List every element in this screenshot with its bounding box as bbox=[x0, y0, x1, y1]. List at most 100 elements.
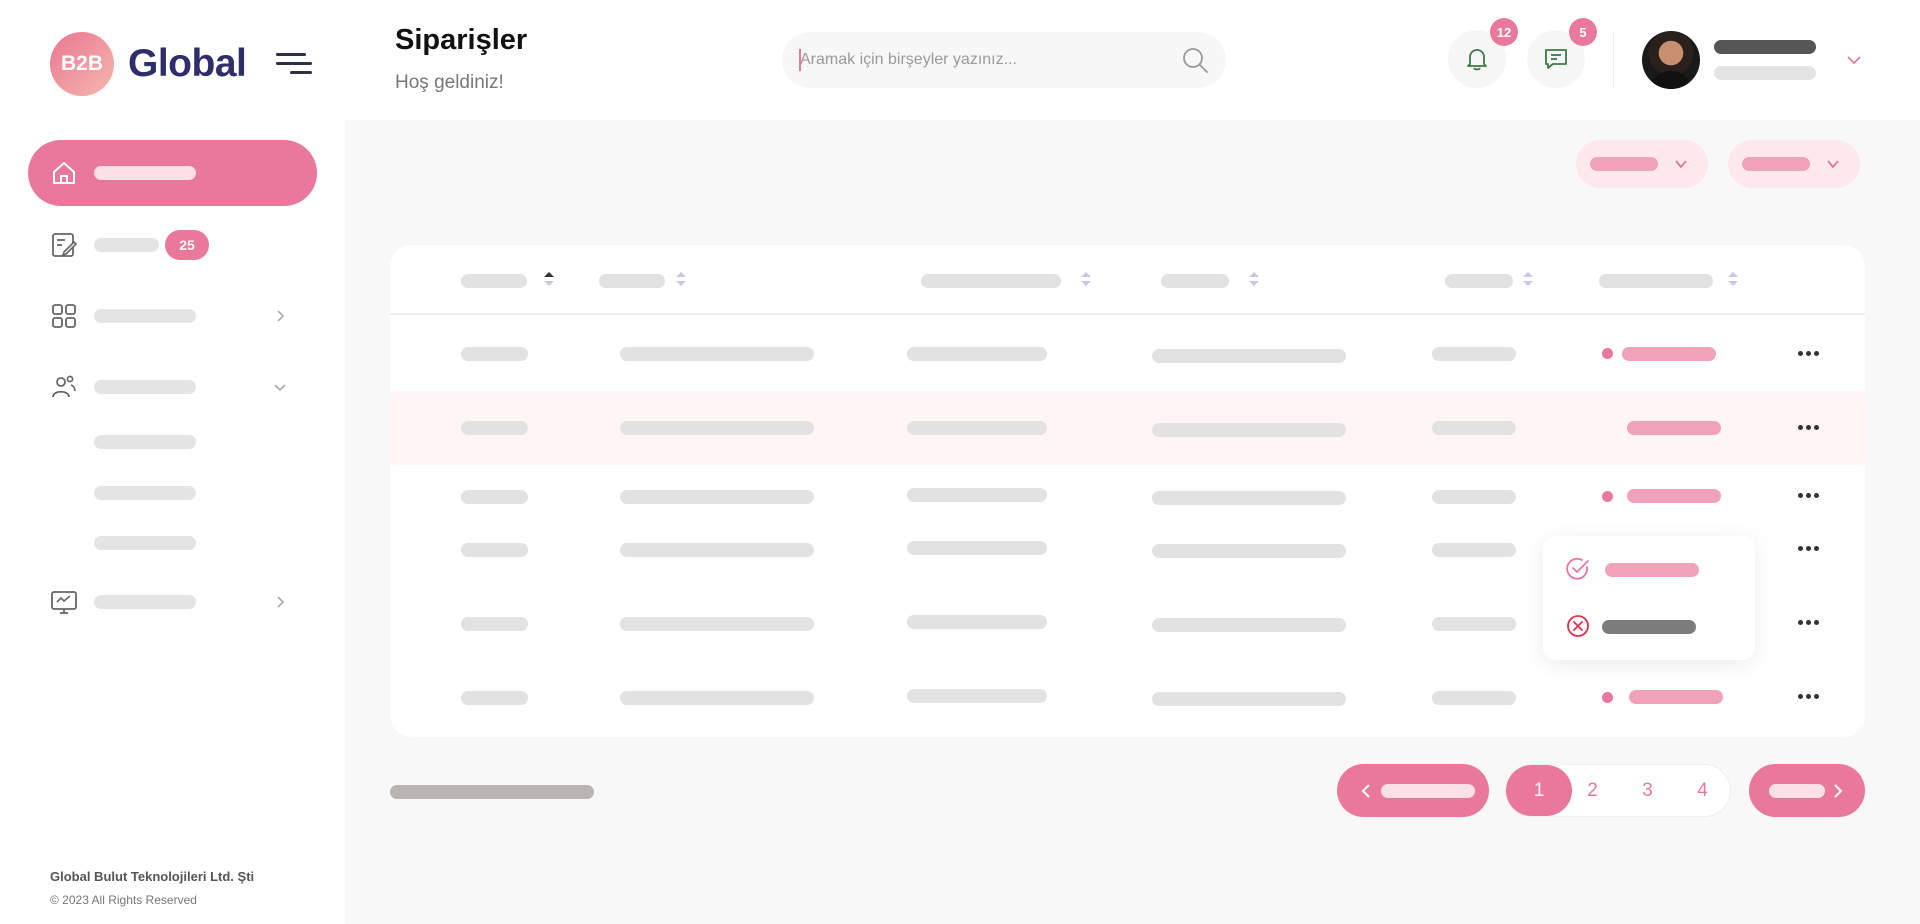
page-button-2[interactable]: 2 bbox=[1565, 765, 1620, 816]
filter-dropdown[interactable] bbox=[1728, 140, 1860, 188]
page-subtitle: Hoş geldiniz! bbox=[395, 72, 504, 93]
table-cell bbox=[620, 691, 814, 705]
notifications-button[interactable]: 12 bbox=[1448, 18, 1518, 88]
column-header[interactable] bbox=[1445, 274, 1513, 288]
table-cell bbox=[1432, 543, 1516, 557]
approve-option[interactable] bbox=[1565, 554, 1735, 584]
reject-label bbox=[1602, 620, 1696, 634]
table-cell bbox=[1432, 421, 1516, 435]
table-row[interactable] bbox=[390, 465, 1865, 517]
table-cell bbox=[907, 347, 1047, 361]
sidebar-item-label bbox=[94, 238, 159, 252]
x-circle-icon bbox=[1567, 615, 1589, 637]
search-input[interactable] bbox=[800, 32, 1170, 88]
message-icon bbox=[1545, 49, 1567, 69]
table-cell bbox=[907, 689, 1047, 703]
table-cell bbox=[1152, 618, 1346, 632]
column-header[interactable] bbox=[1599, 274, 1713, 288]
table-cell bbox=[620, 490, 814, 504]
status-badge bbox=[1622, 347, 1716, 361]
monitor-icon bbox=[51, 591, 77, 614]
page-button-3[interactable]: 3 bbox=[1620, 765, 1675, 816]
status-dot bbox=[1602, 491, 1613, 502]
search-icon[interactable] bbox=[1180, 45, 1210, 75]
status-badge bbox=[1629, 690, 1723, 704]
table-cell bbox=[1432, 617, 1516, 631]
document-edit-icon bbox=[52, 233, 78, 257]
table-row[interactable] bbox=[390, 391, 1865, 465]
header-divider bbox=[1613, 32, 1614, 88]
table-header bbox=[390, 245, 1865, 315]
text-cursor bbox=[799, 49, 801, 71]
table-cell bbox=[461, 543, 528, 557]
row-actions-icon[interactable] bbox=[1798, 620, 1820, 626]
sidebar-item-reports[interactable] bbox=[28, 569, 317, 635]
table-cell bbox=[1432, 490, 1516, 504]
table-cell bbox=[1152, 544, 1346, 558]
sidebar-subitem[interactable] bbox=[94, 435, 196, 449]
sidebar-item-home[interactable] bbox=[28, 140, 317, 206]
notifications-count-badge: 12 bbox=[1490, 18, 1518, 46]
filter-label bbox=[1590, 157, 1658, 171]
status-dot bbox=[1602, 348, 1613, 359]
row-actions-icon[interactable] bbox=[1798, 546, 1820, 552]
sidebar-item-products[interactable] bbox=[28, 283, 317, 349]
row-actions-icon[interactable] bbox=[1798, 351, 1820, 357]
brand-name: Global bbox=[128, 42, 247, 85]
check-circle-icon bbox=[1566, 557, 1589, 580]
chevron-right-icon bbox=[277, 596, 285, 608]
chevron-right-icon bbox=[1834, 784, 1843, 798]
sidebar: B2B Global 25 Global Bulut Teknolojileri… bbox=[0, 0, 345, 924]
column-header[interactable] bbox=[1161, 274, 1229, 288]
sort-icon[interactable] bbox=[1248, 270, 1260, 288]
avatar[interactable] bbox=[1642, 31, 1700, 89]
column-header[interactable] bbox=[921, 274, 1061, 288]
chevron-down-icon bbox=[1827, 160, 1839, 169]
brand-logo[interactable]: B2B Global bbox=[50, 32, 247, 96]
messages-button[interactable]: 5 bbox=[1527, 18, 1597, 88]
table-cell bbox=[461, 617, 528, 631]
sort-icon[interactable] bbox=[675, 270, 687, 288]
table-cell bbox=[620, 421, 814, 435]
sidebar-subitem[interactable] bbox=[94, 536, 196, 550]
table-cell bbox=[461, 691, 528, 705]
results-summary bbox=[390, 785, 594, 799]
sidebar-item-label bbox=[94, 380, 196, 394]
row-actions-icon[interactable] bbox=[1798, 694, 1820, 700]
sidebar-item-orders[interactable]: 25 bbox=[28, 212, 317, 278]
status-badge bbox=[1627, 421, 1721, 435]
chevron-left-icon bbox=[1361, 784, 1370, 798]
sort-icon[interactable] bbox=[1727, 270, 1739, 288]
table-cell bbox=[620, 543, 814, 557]
previous-page-button[interactable] bbox=[1337, 764, 1489, 817]
next-label bbox=[1769, 784, 1825, 798]
table-cell bbox=[1152, 692, 1346, 706]
chevron-down-icon bbox=[274, 384, 286, 392]
users-icon bbox=[52, 375, 76, 398]
sidebar-subitem[interactable] bbox=[94, 486, 196, 500]
table-row[interactable] bbox=[390, 317, 1865, 391]
search-box bbox=[782, 32, 1226, 88]
next-page-button[interactable] bbox=[1749, 764, 1865, 817]
table-cell bbox=[907, 615, 1047, 629]
sort-icon[interactable] bbox=[1522, 270, 1534, 288]
row-actions-icon[interactable] bbox=[1798, 493, 1820, 499]
sidebar-item-users[interactable] bbox=[28, 354, 317, 420]
page-button-1[interactable]: 1 bbox=[1506, 765, 1572, 816]
table-cell bbox=[461, 490, 528, 504]
filter-dropdown[interactable] bbox=[1576, 140, 1708, 188]
column-header[interactable] bbox=[599, 274, 665, 288]
sort-icon[interactable] bbox=[1080, 270, 1092, 288]
chevron-down-icon[interactable] bbox=[1846, 52, 1862, 68]
row-actions-icon[interactable] bbox=[1798, 425, 1820, 431]
orders-table bbox=[390, 245, 1865, 737]
menu-toggle-icon[interactable] bbox=[276, 51, 312, 77]
sort-ascending-icon[interactable] bbox=[543, 270, 555, 288]
reject-option[interactable] bbox=[1565, 611, 1735, 641]
page-numbers: 1 2 3 4 bbox=[1505, 764, 1731, 817]
row-actions-menu bbox=[1543, 536, 1755, 660]
chevron-right-icon bbox=[277, 310, 285, 322]
page-button-4[interactable]: 4 bbox=[1675, 765, 1730, 816]
table-row[interactable] bbox=[390, 665, 1865, 737]
column-header[interactable] bbox=[461, 274, 527, 288]
